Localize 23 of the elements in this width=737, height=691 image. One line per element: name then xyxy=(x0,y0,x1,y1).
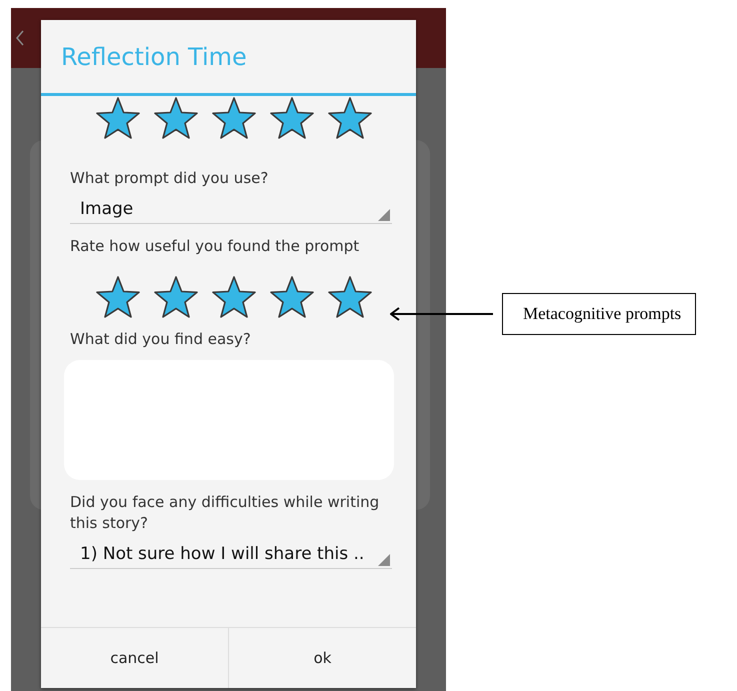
question-label: Rate how useful you found the prompt xyxy=(70,236,360,257)
dropdown[interactable]: 1) Not sure how I will share this .. xyxy=(70,544,392,569)
star-icon[interactable] xyxy=(327,275,373,319)
dropdown-arrow-icon xyxy=(378,209,390,221)
question-label: What did you find easy? xyxy=(70,329,252,350)
dialog-button[interactable]: cancel xyxy=(41,628,228,688)
question-label: What prompt did you use? xyxy=(70,168,270,189)
dialog-title: Reflection Time xyxy=(41,20,416,96)
callout-label: Metacognitive prompts xyxy=(502,293,696,335)
back-icon xyxy=(16,30,24,46)
dropdown-arrow-icon xyxy=(378,554,390,566)
question-label: Did you face any difficulties while writing this story? xyxy=(70,492,380,534)
star-icon[interactable] xyxy=(211,275,257,319)
star-icon[interactable] xyxy=(211,96,257,140)
star-icon[interactable] xyxy=(153,275,199,319)
star-icon[interactable] xyxy=(327,96,373,140)
star-icon[interactable] xyxy=(269,275,315,319)
star-icon[interactable] xyxy=(269,96,315,140)
dialog-button[interactable]: ok xyxy=(228,628,416,688)
dropdown[interactable]: Image xyxy=(70,199,392,224)
star-icon[interactable] xyxy=(95,96,141,140)
star-icon[interactable] xyxy=(95,275,141,319)
star-icon[interactable] xyxy=(153,96,199,140)
